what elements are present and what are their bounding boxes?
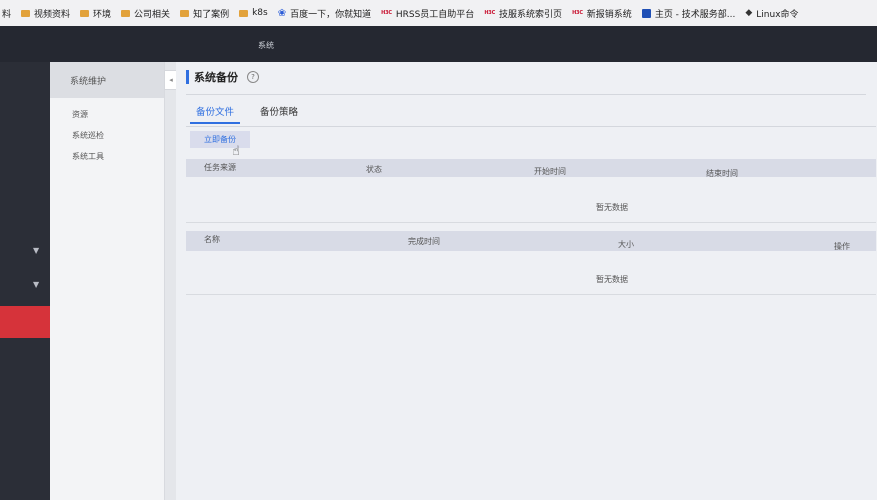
column-header: 结束时间 xyxy=(706,169,738,178)
chevron-down-icon[interactable]: ▼ xyxy=(33,280,39,289)
tab-backup-policy[interactable]: 备份策略 xyxy=(254,100,304,124)
tabs: 备份文件 备份策略 xyxy=(190,100,304,124)
chevron-left-icon: ◂ xyxy=(169,76,173,84)
bookmark-label: k8s xyxy=(252,8,268,18)
divider xyxy=(186,94,866,95)
divider xyxy=(186,294,876,295)
column-header: 大小 xyxy=(618,240,634,249)
folder-icon xyxy=(121,9,131,17)
title-accent-bar xyxy=(186,70,189,84)
subnav-item-tools[interactable]: 系统工具 xyxy=(50,146,164,167)
tab-backup-files[interactable]: 备份文件 xyxy=(190,100,241,124)
bookmark-folder[interactable]: 知了案例 xyxy=(180,7,229,20)
files-table-header: 名称 完成时间 大小 操作 xyxy=(186,231,876,251)
bookmark-label: 料 xyxy=(2,9,12,20)
column-header: 状态 xyxy=(366,165,382,174)
page-title: 系统备份 ? xyxy=(186,69,259,85)
bookmark-folder[interactable]: 环境 xyxy=(80,7,111,20)
bookmark-label: 视频资料 xyxy=(34,9,71,20)
bookmark-link[interactable]: H3C 新报销系统 xyxy=(572,7,632,20)
bookmark-folder[interactable]: 视频资料 xyxy=(21,7,70,20)
bookmark-folder[interactable]: 公司相关 xyxy=(121,7,170,20)
bookmark-label: 环境 xyxy=(93,9,112,20)
column-header: 操作 xyxy=(834,242,850,251)
hbc-icon: H3C xyxy=(572,10,583,16)
bookmark-link[interactable]: ◆ Linux命令 xyxy=(745,7,798,20)
confluence-icon xyxy=(641,8,651,18)
bookmark-link[interactable]: 主页 - 技术服务部... xyxy=(641,7,736,20)
subnav-title: 系统维护 xyxy=(70,77,107,87)
bookmark-link[interactable]: H3C HRSS员工自助平台 xyxy=(381,7,474,20)
column-header: 名称 xyxy=(204,235,220,244)
subnav-header[interactable]: 系统维护 xyxy=(50,62,164,98)
diamond-icon: ◆ xyxy=(745,8,753,18)
column-header: 开始时间 xyxy=(534,167,566,176)
folder-icon xyxy=(80,9,90,17)
nav-item-active[interactable] xyxy=(0,306,50,338)
baidu-paw-icon: ❀ xyxy=(277,7,287,19)
bookmark-label: 公司相关 xyxy=(134,9,171,20)
subnav-item-inspection[interactable]: 系统巡检 xyxy=(50,125,164,146)
column-header: 完成时间 xyxy=(408,237,440,246)
bookmark-label: 技服系统索引页 xyxy=(499,9,563,20)
hbc-icon: H3C xyxy=(381,10,392,16)
bookmark-item[interactable]: 料 xyxy=(2,7,11,20)
backup-now-button[interactable]: 立即备份 xyxy=(190,131,250,148)
folder-icon xyxy=(239,9,249,17)
app-header: 系统 xyxy=(0,26,877,62)
bookmark-folder[interactable]: k8s xyxy=(239,8,268,18)
main-content: 系统备份 ? 备份文件 备份策略 立即备份 ☝ 任务来源 状态 开始时间 结束时… xyxy=(176,62,877,500)
bookmark-link[interactable]: ❀ 百度一下，你就知道 xyxy=(278,7,371,20)
main-nav: ▼ ▼ xyxy=(0,62,50,500)
tasks-empty-text: 暂无数据 xyxy=(596,203,628,212)
page-title-text: 系统备份 xyxy=(194,71,238,84)
help-icon[interactable]: ? xyxy=(247,71,259,83)
bookmark-label: 知了案例 xyxy=(193,9,230,20)
bookmark-label: 新报销系统 xyxy=(586,9,632,20)
bookmark-label: 主页 - 技术服务部... xyxy=(654,9,736,20)
bookmark-label: Linux命令 xyxy=(756,9,799,20)
bookmarks-bar: 料 视频资料 环境 公司相关 知了案例 k8s ❀ 百度一下，你就知道 H3C … xyxy=(0,0,877,27)
folder-icon xyxy=(21,9,31,17)
header-title: 系统 xyxy=(258,41,274,50)
divider xyxy=(186,126,876,127)
hand-cursor-icon: ☝ xyxy=(232,144,240,159)
chevron-down-icon[interactable]: ▼ xyxy=(33,246,39,255)
bookmark-link[interactable]: H3C 技服系统索引页 xyxy=(484,7,562,20)
hbc-icon: H3C xyxy=(484,10,496,16)
files-empty-text: 暂无数据 xyxy=(596,275,628,284)
bookmark-label: 百度一下，你就知道 xyxy=(290,9,372,20)
tasks-table-header: 任务来源 状态 开始时间 结束时间 xyxy=(186,159,876,178)
bookmark-label: HRSS员工自助平台 xyxy=(395,9,475,20)
subnav-item-resource[interactable]: 资源 xyxy=(50,104,164,125)
divider xyxy=(186,222,876,223)
sub-sidebar: 系统维护 资源 系统巡检 系统工具 xyxy=(50,62,165,500)
column-header: 任务来源 xyxy=(204,163,236,172)
folder-icon xyxy=(180,9,190,17)
